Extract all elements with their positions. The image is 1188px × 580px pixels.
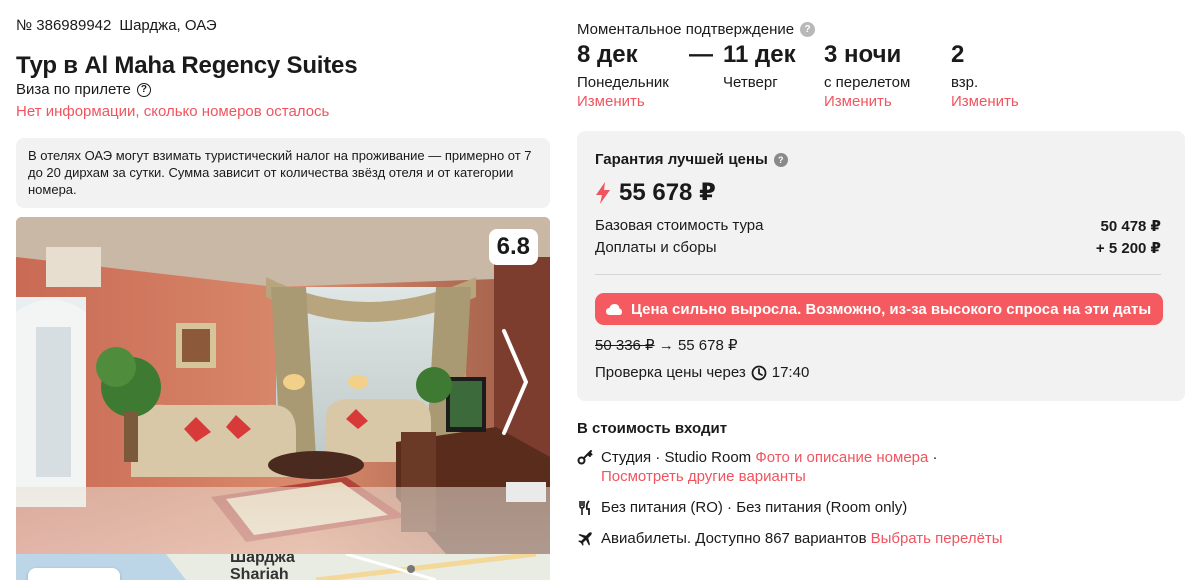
base-price-label: Базовая стоимость тура xyxy=(595,217,764,234)
included-meal: Без питания (RO) · Без питания (Room onl… xyxy=(577,499,907,517)
included-room: Студия · Studio Room Фото и описание ном… xyxy=(577,448,938,486)
map-city-label: Шарджа xyxy=(230,554,295,566)
nights-flight-note: с перелетом xyxy=(824,74,911,91)
rooms-availability-warning: Нет информации, сколько номеров осталось xyxy=(16,103,330,120)
included-title: В стоимость входит xyxy=(577,420,728,437)
nights-block: 3 ночи с перелетом Изменить xyxy=(824,41,910,110)
guests-count: 2 xyxy=(951,41,965,68)
price-check-timer: Проверка цены через 17:40 xyxy=(595,364,1161,381)
other-variants-link[interactable]: Посмотреть другие варианты xyxy=(601,468,806,485)
visa-info: Виза по прилете ? xyxy=(16,81,151,98)
room-details-link[interactable]: Фото и описание номера xyxy=(755,449,928,466)
nights-count: 3 ночи xyxy=(824,41,902,68)
location-map[interactable]: Шарджа Shariah xyxy=(16,554,550,580)
base-price-value: 50 478 ₽ xyxy=(1100,218,1161,235)
date-to-weekday: Четверг xyxy=(723,74,778,91)
price-change: 50 336 ₽ → 55 678 ₽ xyxy=(595,336,1161,354)
tour-meta: № 386989942 Шарджа, ОАЭ xyxy=(16,17,217,34)
gallery-next-button[interactable] xyxy=(500,327,530,437)
divider xyxy=(595,274,1161,275)
airplane-icon xyxy=(577,530,593,548)
flight-info: Авиабилеты. Доступно 867 вариантов xyxy=(601,530,867,547)
price-increase-text: Цена сильно выросла. Возможно, из-за выс… xyxy=(631,300,1152,318)
instant-confirmation-label: Моментальное подтверждение xyxy=(577,21,795,38)
fork-knife-icon xyxy=(577,499,593,517)
change-guests-link[interactable]: Изменить xyxy=(951,93,1019,110)
hotel-rating-badge: 6.8 xyxy=(488,229,538,265)
total-price: 55 678 ₽ xyxy=(595,178,1161,207)
map-city-label-en: Shariah xyxy=(230,566,289,580)
room-details: Студия · Studio Room Фото и описание ном… xyxy=(601,448,938,486)
tourist-tax-notice: В отелях ОАЭ могут взимать туристический… xyxy=(16,138,550,208)
new-price: 55 678 ₽ xyxy=(677,337,738,354)
price-card: Гарантия лучшей цены ? 55 678 ₽ Базовая … xyxy=(577,131,1185,401)
change-nights-link[interactable]: Изменить xyxy=(824,93,910,110)
arrow-right-icon: → xyxy=(658,337,674,354)
page-title: Тур в Al Maha Regency Suites xyxy=(16,52,358,79)
question-circle-icon[interactable]: ? xyxy=(800,22,816,37)
fees-value: + 5 200 ₽ xyxy=(1095,240,1161,257)
question-circle-icon[interactable]: ? xyxy=(136,82,151,97)
total-price-value: 55 678 ₽ xyxy=(619,179,716,206)
date-from: 8 дек xyxy=(577,41,638,68)
fees-row: Доплаты и сборы + 5 200 ₽ xyxy=(595,239,1161,257)
date-from-block: 8 дек Понедельник Изменить xyxy=(577,41,669,110)
date-dash: — xyxy=(689,41,713,69)
question-circle-icon[interactable]: ? xyxy=(773,152,788,167)
best-price-guarantee: Гарантия лучшей цены ? xyxy=(595,151,1161,168)
price-check-time: 17:40 xyxy=(771,364,810,381)
key-icon xyxy=(577,448,593,466)
guests-block: 2 взр. Изменить xyxy=(951,41,1019,110)
map-open-button[interactable] xyxy=(28,568,120,580)
room-type: Студия · Studio Room xyxy=(601,449,752,466)
old-price: 50 336 ₽ xyxy=(595,337,655,354)
change-dates-link[interactable]: Изменить xyxy=(577,93,669,110)
date-from-weekday: Понедельник xyxy=(577,74,669,91)
fees-label: Доплаты и сборы xyxy=(595,239,717,256)
base-price-row: Базовая стоимость тура 50 478 ₽ xyxy=(595,217,1161,235)
cloud-icon xyxy=(606,304,622,315)
date-to: 11 дек xyxy=(723,41,796,68)
choose-flights-link[interactable]: Выбрать перелёты xyxy=(871,530,1003,548)
hotel-photo-gallery[interactable]: 6.8 xyxy=(16,217,550,554)
lightning-icon xyxy=(596,181,610,204)
date-to-block: 11 дек Четверг xyxy=(723,41,796,91)
hotel-room-photo xyxy=(16,217,550,554)
chevron-right-icon xyxy=(502,329,528,435)
tour-number: № 386989942 xyxy=(16,17,112,34)
meal-plan: Без питания (RO) · Без питания (Room onl… xyxy=(601,499,908,516)
guests-type: взр. xyxy=(951,74,979,91)
guarantee-label: Гарантия лучшей цены xyxy=(595,151,768,168)
included-flight: Авиабилеты. Доступно 867 вариантов Выбра… xyxy=(577,530,1003,548)
price-increase-alert: Цена сильно выросла. Возможно, из-за выс… xyxy=(595,293,1164,325)
clock-icon xyxy=(751,365,767,380)
separator-dot: · xyxy=(932,449,938,466)
tour-location: Шарджа, ОАЭ xyxy=(119,17,217,34)
price-check-label: Проверка цены через xyxy=(595,364,746,381)
instant-confirmation: Моментальное подтверждение ? xyxy=(577,21,816,38)
visa-label: Виза по прилете xyxy=(16,81,131,98)
date-range-dash: — xyxy=(689,41,713,68)
